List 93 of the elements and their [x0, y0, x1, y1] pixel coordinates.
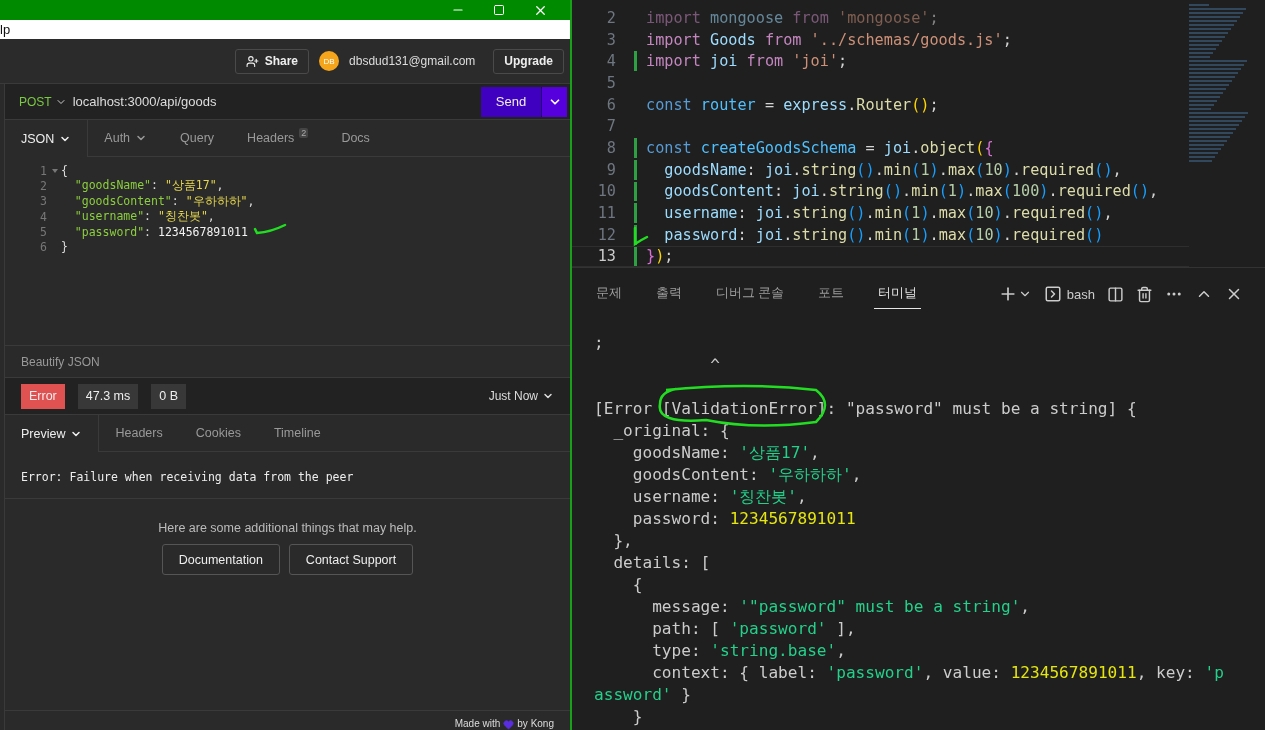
terminal-line: type: 'string.base',: [651, 641, 846, 660]
code-line: goodsContent: joi.string().min(1).max(100).required(),: [663, 182, 1159, 201]
code-line: {: [61, 163, 68, 178]
code-line: "goodsName": "상품17",: [73, 178, 224, 194]
line-number: 11: [596, 204, 616, 223]
help-text: Here are some additional things that may help.: [158, 521, 417, 535]
split-icon[interactable]: [1107, 285, 1124, 303]
line-number: 3: [39, 194, 48, 209]
trash-icon[interactable]: [1136, 285, 1153, 303]
url-field[interactable]: localhost:3000/api/goods: [72, 94, 481, 109]
terminal-line: _original: {: [612, 421, 730, 440]
line-number: 12: [596, 225, 616, 244]
panel-tab[interactable]: 디버그 콘솔: [712, 279, 789, 309]
hand-drawn-check: [253, 223, 287, 235]
terminal-line: username: '칭찬봇',: [631, 487, 807, 506]
terminal-line: context: { label: 'password', value: 1234567891011, key: 'p: [651, 663, 1224, 682]
code-line: "username": "칭찬봇",: [73, 209, 215, 225]
code-line: const router = express.Router();: [646, 95, 939, 114]
terminal-line: path: [ 'password' ],: [651, 619, 856, 638]
send-button[interactable]: Send: [481, 86, 541, 117]
line-number: 7: [605, 117, 616, 136]
response-tab[interactable]: Headers: [99, 415, 180, 451]
line-number: 6: [605, 95, 616, 114]
line-number: 4: [605, 52, 616, 71]
line-number: 6: [39, 240, 48, 255]
request-tab[interactable]: Headers 2: [231, 120, 326, 156]
response-tab[interactable]: Preview: [5, 415, 100, 452]
terminal-line: goodsName: '상품17',: [631, 443, 820, 462]
menu-item[interactable]: lp: [0, 22, 11, 37]
request-tab[interactable]: Docs: [325, 120, 387, 156]
line-number: 5: [39, 224, 48, 239]
code-line: import joi from 'joi';: [646, 52, 848, 71]
share-button[interactable]: Share: [234, 48, 310, 74]
code-line: goodsName: joi.string().min(1).max(10).required(),: [663, 160, 1122, 179]
line-number: 2: [605, 8, 616, 27]
account-email: dbsdud131@gmail.com: [349, 54, 476, 68]
count-badge: 2: [299, 128, 309, 138]
time-badge: 47.3 ms: [77, 383, 139, 409]
terminal-line: assword' }: [594, 685, 691, 704]
request-tab[interactable]: Query: [164, 120, 232, 156]
terminal-line: password: 1234567891011: [631, 509, 856, 528]
code-line: "password": 1234567891011: [73, 224, 248, 239]
beautify-button[interactable]: Beautify JSON: [21, 354, 100, 369]
panel-tab[interactable]: 출력: [652, 279, 686, 309]
terminal-line: }: [631, 707, 643, 726]
code-line: import Goods from '../schemas/goods.js';: [646, 30, 1012, 49]
help-button[interactable]: Contact Support: [288, 544, 414, 575]
line-number: 13: [596, 247, 616, 266]
maximize-icon[interactable]: [493, 4, 505, 16]
send-options-button[interactable]: [541, 86, 567, 117]
request-tab[interactable]: Auth: [88, 120, 165, 156]
footer-text: by Kong: [517, 718, 554, 730]
terminal-line: message: '"password" must be a string',: [651, 597, 1031, 616]
request-tab[interactable]: JSON: [5, 120, 89, 157]
panel-tab[interactable]: 터미널: [874, 279, 922, 309]
error-message: Error: Failure when receiving data from the peer: [5, 452, 570, 499]
line-number: 2: [39, 178, 48, 193]
fold-caret-icon[interactable]: [52, 168, 58, 173]
history-dropdown[interactable]: Just Now: [488, 389, 554, 403]
status-badge: Error: [21, 383, 65, 409]
size-badge: 0 B: [151, 383, 186, 409]
line-number: 4: [39, 209, 48, 224]
code-line: password: joi.string().min(1).max(10).required(): [663, 225, 1104, 244]
line-number: 10: [596, 182, 616, 201]
terminal-line: },: [612, 531, 633, 550]
code-line: "goodsContent": "우하하하",: [73, 193, 255, 209]
code-line: import mongoose from 'mongoose';: [646, 8, 939, 27]
line-number: 8: [605, 138, 616, 157]
terminal-line: {: [631, 575, 643, 594]
user-plus-icon: [245, 54, 259, 68]
code-line: const createGoodsSchema = joi.object({: [646, 138, 994, 157]
code-line: }: [61, 240, 68, 255]
terminal-line: goodsContent: '우하하하',: [631, 465, 862, 484]
line-number: 9: [605, 160, 616, 179]
panel-tab[interactable]: 포트: [814, 279, 849, 309]
response-tab[interactable]: Timeline: [257, 415, 338, 451]
upgrade-button[interactable]: Upgrade: [493, 48, 564, 74]
terminal-line: details: [: [612, 553, 711, 572]
line-number: 3: [605, 30, 616, 49]
line-number: 1: [39, 163, 48, 178]
line-number: 5: [605, 73, 616, 92]
heart-icon: [503, 719, 515, 730]
terminal-line: ^: [709, 355, 720, 374]
code-line: username: joi.string().min(1).max(10).required(),: [663, 204, 1113, 223]
response-tab[interactable]: Cookies: [179, 415, 258, 451]
footer-text: Made with: [454, 718, 501, 730]
code-line: });: [646, 247, 674, 266]
shell-button[interactable]: bash: [1043, 285, 1095, 303]
help-button[interactable]: Documentation: [161, 544, 280, 575]
panel-tab[interactable]: 문제: [592, 279, 626, 309]
method-dropdown[interactable]: POST: [19, 94, 67, 109]
terminal-icon[interactable]: [1043, 285, 1062, 303]
terminal-line: ;: [594, 333, 604, 352]
